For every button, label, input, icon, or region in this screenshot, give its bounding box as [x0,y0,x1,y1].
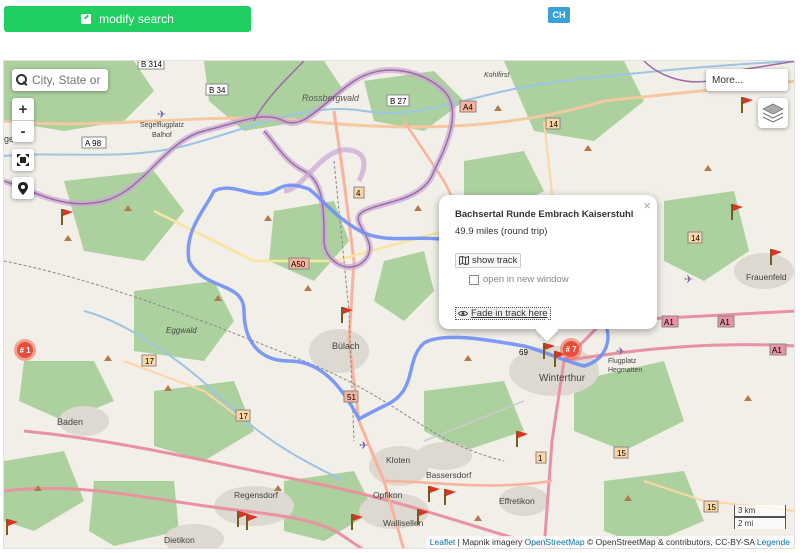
label-a1c: A1 [772,346,782,355]
label-bulach: Bülach [332,341,360,351]
tour-title: Bachsertal Runde Embrach Kaiserstuhl [455,209,634,220]
eye-icon [458,311,468,316]
marker-cluster[interactable]: # 1 [14,339,36,361]
popup-close-button[interactable]: × [643,198,651,213]
open-new-window-checkbox[interactable] [469,274,479,285]
label-regensdorf: Regensdorf [234,490,279,500]
location-search-input[interactable] [32,73,108,87]
cluster-count: # 7 [563,341,579,357]
more-button[interactable]: More... [706,69,788,91]
locate-button[interactable] [12,177,34,199]
label-balhof: Balhof [152,132,172,139]
label-segelflugplatz: Segelflugplatz [140,122,184,129]
flag-marker [444,489,456,505]
search-icon [16,74,28,86]
modify-search-button[interactable]: modify search [4,6,251,32]
modify-search-label: modify search [99,12,174,26]
label-r17b: 17 [239,412,248,421]
label-rossbergwald: Rossbergwald [302,93,360,103]
label-r4: 4 [356,189,361,198]
legend-link[interactable]: Legende [757,537,790,547]
label-r17a: 17 [145,357,154,366]
label-a50: A50 [291,260,306,269]
label-kohlfirst: Kohlfirst [484,72,510,79]
label-a1a: A1 [664,318,674,327]
show-track-label: show track [472,255,518,266]
open-new-window-option[interactable]: open in new window [469,274,641,285]
marker-cluster[interactable]: # 7 [560,338,582,360]
label-r1: 1 [538,454,543,463]
label-r51: 51 [347,393,356,402]
fade-in-track-button[interactable]: Fade in track here [455,307,551,320]
zoom-control: + - [12,98,34,142]
top-bar: modify search CH [0,0,800,60]
osm-contributors-text: © OpenStreetMap & contributors, CC-BY-SA [587,537,755,547]
airplane-icon: ✈ [616,346,625,358]
edit-icon [81,14,92,24]
open-new-window-label: open in new window [483,274,569,285]
label-baden: Baden [57,417,83,427]
scale-km: 3 km [734,505,786,517]
label-bassersdorf: Bassersdorf [426,470,472,480]
label-opfikon: Opfikon [373,490,403,500]
layers-icon [762,103,784,123]
flag-marker [516,431,528,447]
scale-mi: 2 mi [734,517,786,529]
map-pin-icon [18,181,28,195]
map-attribution: Leaflet | Mapnik imagery OpenStreetMap ©… [425,536,794,548]
label-b34: B 34 [209,86,226,95]
mapnik-text: Mapnik imagery [462,537,523,547]
airplane-icon: ✈ [359,440,368,452]
label-kloten: Kloten [386,455,410,465]
osm-link[interactable]: OpenStreetMap [525,537,585,547]
label-frauenfeld: Frauenfeld [746,272,787,282]
zoom-out-button[interactable]: - [12,120,34,142]
label-r14a: 14 [549,120,558,129]
label-flugplatz: Flugplatz [608,358,637,365]
page-bottom [0,549,800,553]
flag-marker [61,209,73,225]
fullscreen-button[interactable] [12,149,34,171]
label-eggwald: Eggwald [166,326,197,335]
airplane-icon: ✈ [684,274,693,286]
label-effretikon: Effretikon [499,496,535,506]
map-icon [459,256,469,265]
layers-button[interactable] [758,98,788,128]
country-badge[interactable]: CH [548,7,570,23]
label-a98: A 98 [85,139,102,148]
map-view[interactable]: B 314 B 34 B 27 A 98 A4 A50 51 A1 A1 A1 … [3,60,795,549]
label-b27: B 27 [390,97,407,106]
label-a4: A4 [463,103,473,112]
tour-popup: × Bachsertal Runde Embrach Kaiserstuhl 4… [439,195,657,342]
leaflet-link[interactable]: Leaflet [430,537,456,547]
show-track-button[interactable]: show track [455,253,522,268]
label-winterthur: Winterthur [539,373,586,384]
label-b314: B 314 [141,61,162,69]
label-r15: 15 [617,449,626,458]
airplane-icon: ✈ [157,109,166,121]
flag-marker [741,97,753,113]
location-search[interactable] [12,69,108,91]
zoom-in-button[interactable]: + [12,98,34,120]
flag-marker [428,486,440,502]
label-r69: 69 [519,348,528,357]
map-tiles: B 314 B 34 B 27 A 98 A4 A50 51 A1 A1 A1 … [4,61,794,548]
label-a1b: A1 [720,318,730,327]
fullscreen-icon [17,154,29,166]
scale-bar: 3 km 2 mi [734,505,786,529]
label-dietikon: Dietikon [164,535,195,545]
cluster-count: # 1 [17,342,33,358]
label-hegmatten: Hegmatten [608,367,642,374]
label-r14b: 14 [691,234,700,243]
fade-in-track-label: Fade in track here [471,308,548,319]
tour-distance: 49.9 miles (round trip) [455,226,548,237]
label-r15b: 15 [707,503,716,512]
